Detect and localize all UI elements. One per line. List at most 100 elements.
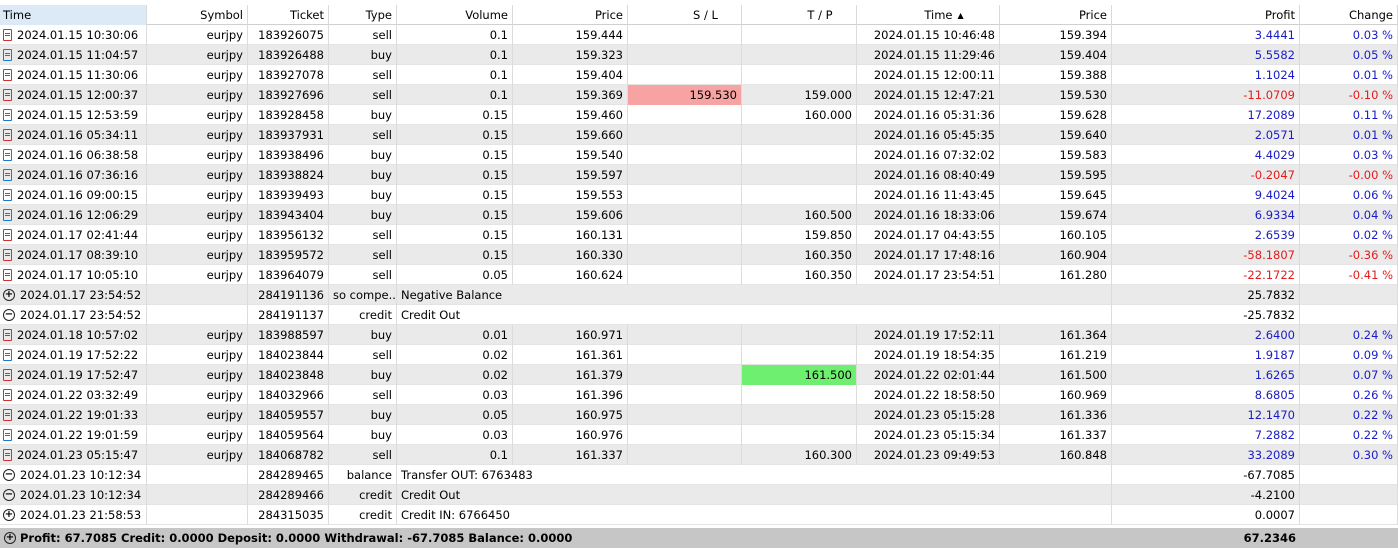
close-price-cell: 160.969 bbox=[1000, 385, 1112, 405]
close-price-cell: 160.904 bbox=[1000, 245, 1112, 265]
open-price-cell: 160.971 bbox=[513, 325, 628, 345]
change-cell: 0.06 % bbox=[1300, 185, 1398, 205]
volume-cell-text: 0.15 bbox=[482, 228, 508, 242]
type-cell-text: credit bbox=[359, 508, 392, 522]
sell-deal-icon bbox=[3, 388, 12, 401]
volume-cell-text: 0.15 bbox=[482, 208, 508, 222]
type-cell-text: sell bbox=[372, 228, 392, 242]
time-cell: 2024.01.16 12:06:29 bbox=[0, 205, 147, 225]
balance-operation-row[interactable]: −2024.01.23 10:12:34 284289466 credit Credi… bbox=[0, 485, 1398, 505]
deal-row[interactable]: 2024.01.16 05:34:11 eurjpy 183937931 sell 0.… bbox=[0, 125, 1398, 145]
column-header-volume[interactable]: Volume bbox=[397, 5, 513, 25]
symbol-cell bbox=[147, 465, 248, 485]
deal-row[interactable]: 2024.01.16 09:00:15 eurjpy 183939493 buy 0.1… bbox=[0, 185, 1398, 205]
column-header-symbol[interactable]: Symbol bbox=[147, 5, 248, 25]
deal-row[interactable]: 2024.01.19 17:52:22 eurjpy 184023844 sell 0.… bbox=[0, 345, 1398, 365]
deal-row[interactable]: 2024.01.22 19:01:33 eurjpy 184059557 buy 0.0… bbox=[0, 405, 1398, 425]
balance-operation-row[interactable]: −2024.01.17 23:54:52 284191137 credit Credi… bbox=[0, 305, 1398, 325]
change-cell-text: 0.22 % bbox=[1352, 428, 1393, 442]
volume-cell: 0.1 bbox=[397, 85, 513, 105]
type-cell-text: sell bbox=[372, 88, 392, 102]
time-cell: 2024.01.18 10:57:02 bbox=[0, 325, 147, 345]
sort-ascending-icon: ▲ bbox=[957, 11, 964, 20]
sell-deal-icon bbox=[3, 88, 12, 101]
deal-row[interactable]: 2024.01.15 11:04:57 eurjpy 183926488 buy 0.1… bbox=[0, 45, 1398, 65]
open-price-cell-text: 159.660 bbox=[575, 128, 623, 142]
deal-row[interactable]: 2024.01.17 10:05:10 eurjpy 183964079 sell 0.… bbox=[0, 265, 1398, 285]
volume-cell: 0.1 bbox=[397, 445, 513, 465]
change-cell-text: 0.30 % bbox=[1352, 448, 1393, 462]
column-header-close-time[interactable]: Time ▲ bbox=[857, 5, 1000, 25]
deal-row[interactable]: 2024.01.15 11:30:06 eurjpy 183927078 sell 0.… bbox=[0, 65, 1398, 85]
volume-cell: 0.03 bbox=[397, 385, 513, 405]
column-header-take-profit[interactable]: T / P bbox=[742, 5, 857, 25]
change-cell: 0.24 % bbox=[1300, 325, 1398, 345]
column-header-stop-loss[interactable]: S / L bbox=[628, 5, 742, 25]
volume-cell-text: 0.02 bbox=[482, 348, 508, 362]
symbol-cell: eurjpy bbox=[147, 445, 248, 465]
type-cell-text: so compe... bbox=[333, 288, 397, 302]
deal-row[interactable]: 2024.01.22 03:32:49 eurjpy 184032966 sell 0.… bbox=[0, 385, 1398, 405]
column-header-time[interactable]: Time bbox=[0, 5, 147, 25]
type-cell-text: sell bbox=[372, 68, 392, 82]
close-price-cell: 159.595 bbox=[1000, 165, 1112, 185]
balance-operation-row[interactable]: +2024.01.23 21:58:53 284315035 credit Credi… bbox=[0, 505, 1398, 525]
ticket-cell: 183938496 bbox=[248, 145, 329, 165]
open-price-cell: 161.396 bbox=[513, 385, 628, 405]
column-header-close-price[interactable]: Price bbox=[1000, 5, 1112, 25]
time-text: 2024.01.17 08:39:10 bbox=[17, 248, 139, 262]
close-time-cell: 2024.01.23 05:15:34 bbox=[857, 425, 1000, 445]
deal-row[interactable]: 2024.01.16 06:38:58 eurjpy 183938496 buy 0.1… bbox=[0, 145, 1398, 165]
type-cell: buy bbox=[329, 185, 397, 205]
profit-cell-text: 5.5582 bbox=[1254, 48, 1295, 62]
deal-row[interactable]: 2024.01.17 08:39:10 eurjpy 183959572 sell 0.… bbox=[0, 245, 1398, 265]
column-header-price[interactable]: Price bbox=[513, 5, 628, 25]
time-text: 2024.01.23 10:12:34 bbox=[20, 468, 142, 482]
close-time-cell-text: 2024.01.16 18:33:06 bbox=[873, 208, 995, 222]
deal-row[interactable]: 2024.01.17 02:41:44 eurjpy 183956132 sell 0.… bbox=[0, 225, 1398, 245]
symbol-cell-text: eurjpy bbox=[206, 48, 243, 62]
deal-row[interactable]: 2024.01.16 12:06:29 eurjpy 183943404 buy 0.1… bbox=[0, 205, 1398, 225]
deal-row[interactable]: 2024.01.15 10:30:06 eurjpy 183926075 sell 0.… bbox=[0, 25, 1398, 45]
volume-cell-text: 0.15 bbox=[482, 188, 508, 202]
deal-row[interactable]: 2024.01.22 19:01:59 eurjpy 184059564 buy 0.0… bbox=[0, 425, 1398, 445]
change-cell: -0.41 % bbox=[1300, 265, 1398, 285]
time-text: 2024.01.22 03:32:49 bbox=[17, 388, 139, 402]
balance-operation-row[interactable]: −2024.01.23 10:12:34 284289465 balance Tran… bbox=[0, 465, 1398, 485]
take-profit-cell-text: 160.350 bbox=[804, 268, 852, 282]
type-cell: so compe... bbox=[329, 285, 397, 305]
column-header-profit[interactable]: Profit bbox=[1112, 5, 1300, 25]
profit-cell: 2.0571 bbox=[1112, 125, 1300, 145]
time-cell: 2024.01.17 02:41:44 bbox=[0, 225, 147, 245]
balance-operation-row[interactable]: +2024.01.17 23:54:52 284191136 so compe...… bbox=[0, 285, 1398, 305]
open-price-cell-text: 160.976 bbox=[575, 428, 623, 442]
column-header-ticket[interactable]: Ticket bbox=[248, 5, 329, 25]
deal-row[interactable]: 2024.01.15 12:53:59 eurjpy 183928458 buy 0.1… bbox=[0, 105, 1398, 125]
symbol-cell: eurjpy bbox=[147, 405, 248, 425]
deal-row[interactable]: 2024.01.15 12:00:37 eurjpy 183927696 sell 0.… bbox=[0, 85, 1398, 105]
profit-cell-text: -58.1807 bbox=[1243, 248, 1295, 262]
close-time-cell: 2024.01.15 12:47:21 bbox=[857, 85, 1000, 105]
type-cell: credit bbox=[329, 305, 397, 325]
deal-row[interactable]: 2024.01.18 10:57:02 eurjpy 183988597 buy 0.0… bbox=[0, 325, 1398, 345]
profit-cell-text: 2.6400 bbox=[1254, 328, 1295, 342]
deal-row[interactable]: 2024.01.19 17:52:47 eurjpy 184023848 buy 0.0… bbox=[0, 365, 1398, 385]
close-time-cell-text: 2024.01.23 09:49:53 bbox=[873, 448, 995, 462]
stop-loss-cell bbox=[628, 125, 742, 145]
column-header-type[interactable]: Type bbox=[329, 5, 397, 25]
open-price-cell: 159.444 bbox=[513, 25, 628, 45]
ticket-cell: 183928458 bbox=[248, 105, 329, 125]
column-header-change[interactable]: Change bbox=[1300, 5, 1398, 25]
close-time-cell-text: 2024.01.15 12:47:21 bbox=[873, 88, 995, 102]
close-time-header-label: Time bbox=[924, 8, 953, 22]
take-profit-cell: 159.000 bbox=[742, 85, 857, 105]
close-price-cell-text: 161.219 bbox=[1059, 348, 1107, 362]
close-time-cell: 2024.01.17 17:48:16 bbox=[857, 245, 1000, 265]
time-text: 2024.01.15 12:53:59 bbox=[17, 108, 139, 122]
deal-row[interactable]: 2024.01.23 05:15:47 eurjpy 184068782 sell 0.… bbox=[0, 445, 1398, 465]
deal-row[interactable]: 2024.01.16 07:36:16 eurjpy 183938824 buy 0.1… bbox=[0, 165, 1398, 185]
close-time-cell-text: 2024.01.16 08:40:49 bbox=[873, 168, 995, 182]
sell-deal-icon bbox=[3, 128, 12, 141]
change-cell: -0.36 % bbox=[1300, 245, 1398, 265]
profit-cell: 25.7832 bbox=[1112, 285, 1300, 305]
